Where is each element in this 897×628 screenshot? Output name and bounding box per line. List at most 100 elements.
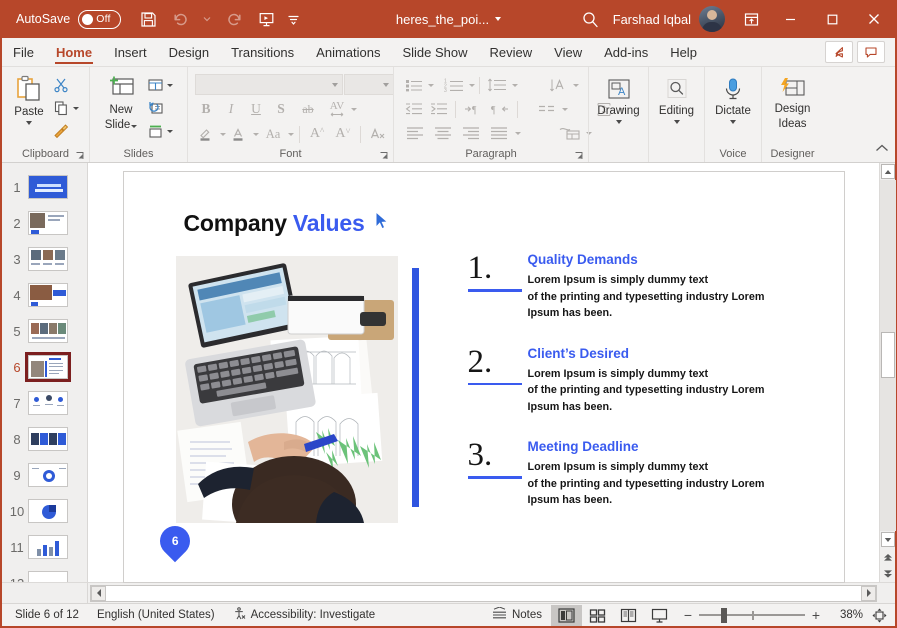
- justify-chevron-down-icon[interactable]: [515, 131, 521, 135]
- format-painter-button[interactable]: [50, 120, 72, 142]
- vertical-scroll-track[interactable]: [879, 180, 896, 531]
- next-slide-icon[interactable]: [880, 565, 896, 582]
- bullets-button[interactable]: [402, 74, 426, 96]
- copy-chevron-down-icon[interactable]: [73, 106, 79, 110]
- thumbnail-10[interactable]: 10: [2, 493, 87, 529]
- close-icon[interactable]: [853, 0, 895, 38]
- tab-home[interactable]: Home: [45, 38, 103, 66]
- undo-dropdown-icon[interactable]: [197, 5, 217, 33]
- thumbnail-preview[interactable]: [28, 499, 68, 523]
- new-slide-button[interactable]: New Slide: [98, 72, 144, 134]
- accessibility-indicator[interactable]: Accessibility: Investigate: [224, 605, 385, 626]
- numbering-button[interactable]: 123: [441, 74, 467, 96]
- font-size-chevron-down-icon[interactable]: [383, 82, 389, 87]
- autosave-control[interactable]: AutoSave Off: [16, 9, 122, 29]
- bullets-chevron-down-icon[interactable]: [428, 83, 434, 87]
- start-slideshow-icon[interactable]: [251, 5, 281, 33]
- avatar[interactable]: [699, 6, 725, 32]
- paragraph-dialog-launcher-icon[interactable]: [574, 151, 584, 161]
- left-to-right-button[interactable]: ¶: [460, 98, 486, 120]
- reading-view-button[interactable]: [613, 605, 644, 626]
- strikethrough-button[interactable]: ab: [295, 98, 321, 120]
- font-dialog-launcher-icon[interactable]: [379, 151, 389, 161]
- columns-button[interactable]: [534, 98, 560, 120]
- thumbnail-8[interactable]: 8: [2, 421, 87, 457]
- design-ideas-button[interactable]: Design Ideas: [771, 75, 815, 133]
- new-slide-chevron-down-icon[interactable]: [131, 125, 138, 128]
- dictate-chevron-down-icon[interactable]: [730, 120, 736, 124]
- ribbon-display-options-icon[interactable]: [733, 4, 769, 34]
- thumbnail-12[interactable]: 12: [2, 565, 87, 582]
- layout-chevron-down-icon[interactable]: [167, 83, 173, 87]
- slide-sorter-view-button[interactable]: [582, 605, 613, 626]
- thumbnail-3[interactable]: 3: [2, 241, 87, 277]
- thumbnail-2[interactable]: 2: [2, 205, 87, 241]
- change-case-button[interactable]: Aa: [261, 123, 285, 145]
- vertical-scrollbar[interactable]: [879, 163, 896, 582]
- zoom-slider[interactable]: [699, 605, 805, 626]
- editing-button[interactable]: Editing: [655, 75, 699, 126]
- slide-counter[interactable]: Slide 6 of 12: [6, 605, 88, 626]
- align-right-button[interactable]: [458, 122, 484, 144]
- decrease-font-size-button[interactable]: A ˅: [331, 123, 355, 145]
- right-to-left-button[interactable]: ¶: [487, 98, 513, 120]
- font-name-input[interactable]: [195, 74, 343, 95]
- thumbnail-preview[interactable]: [28, 391, 68, 415]
- maximize-icon[interactable]: [811, 0, 853, 38]
- minimize-icon[interactable]: [769, 0, 811, 38]
- thumbnail-4[interactable]: 4: [2, 277, 87, 313]
- convert-to-smartart-button[interactable]: [557, 122, 583, 144]
- decrease-indent-button[interactable]: [402, 98, 426, 120]
- thumbnail-9[interactable]: 9: [2, 457, 87, 493]
- thumbnail-preview[interactable]: [28, 175, 68, 199]
- line-spacing-chevron-down-icon[interactable]: [512, 83, 518, 87]
- tab-design[interactable]: Design: [158, 38, 220, 66]
- language-indicator[interactable]: English (United States): [88, 605, 224, 626]
- font-size-input[interactable]: [344, 74, 394, 95]
- slide-canvas[interactable]: Company Values 1. Quality Demands Lorem …: [122, 171, 845, 583]
- dictate-button[interactable]: Dictate: [711, 75, 755, 126]
- previous-slide-icon[interactable]: [880, 548, 896, 565]
- align-left-button[interactable]: [402, 122, 428, 144]
- change-case-chevron-down-icon[interactable]: [288, 132, 294, 136]
- bold-button[interactable]: B: [195, 98, 217, 120]
- thumbnail-preview[interactable]: [28, 211, 68, 235]
- notes-button[interactable]: Notes: [483, 605, 551, 626]
- thumbnail-preview[interactable]: [28, 319, 68, 343]
- tab-insert[interactable]: Insert: [103, 38, 158, 66]
- text-highlight-chevron-down-icon[interactable]: [220, 132, 226, 136]
- zoom-out-button[interactable]: −: [677, 605, 699, 626]
- comments-icon[interactable]: [857, 41, 885, 63]
- zoom-level[interactable]: 38%: [829, 609, 867, 621]
- thumbnail-preview[interactable]: [28, 463, 68, 487]
- text-shadow-button[interactable]: S: [270, 98, 292, 120]
- search-icon[interactable]: [569, 4, 613, 34]
- tab-view[interactable]: View: [543, 38, 593, 66]
- tab-add-ins[interactable]: Add-ins: [593, 38, 659, 66]
- slide-item-2[interactable]: 2. Client’s Desired Lorem Ipsum is simpl…: [454, 344, 814, 416]
- autosave-toggle[interactable]: Off: [78, 9, 122, 29]
- customize-qat-icon[interactable]: [283, 5, 303, 33]
- paste-chevron-down-icon[interactable]: [26, 121, 32, 125]
- slide-show-button[interactable]: [644, 605, 675, 626]
- slide-photo[interactable]: [175, 256, 398, 523]
- document-title[interactable]: heres_the_poi...: [396, 12, 502, 27]
- character-spacing-chevron-down-icon[interactable]: [351, 107, 357, 111]
- thumbnail-preview[interactable]: [28, 535, 68, 559]
- thumbnail-7[interactable]: 7: [2, 385, 87, 421]
- slide-item-1[interactable]: 1. Quality Demands Lorem Ipsum is simply…: [454, 250, 814, 322]
- font-name-chevron-down-icon[interactable]: [332, 82, 338, 87]
- thumbnail-1[interactable]: 1: [2, 169, 87, 205]
- scroll-right-icon[interactable]: [861, 585, 876, 601]
- horizontal-scrollbar[interactable]: [90, 584, 877, 602]
- tab-transitions[interactable]: Transitions: [220, 38, 305, 66]
- cut-button[interactable]: [50, 74, 72, 96]
- thumbnail-preview[interactable]: [28, 427, 68, 451]
- thumbnail-5[interactable]: 5: [2, 313, 87, 349]
- section-chevron-down-icon[interactable]: [167, 129, 173, 133]
- clipboard-dialog-launcher-icon[interactable]: [75, 151, 85, 161]
- thumbnail-6[interactable]: 6: [2, 349, 87, 385]
- zoom-in-button[interactable]: +: [805, 605, 827, 626]
- increase-font-size-button[interactable]: A ^: [305, 123, 329, 145]
- save-icon[interactable]: [133, 5, 163, 33]
